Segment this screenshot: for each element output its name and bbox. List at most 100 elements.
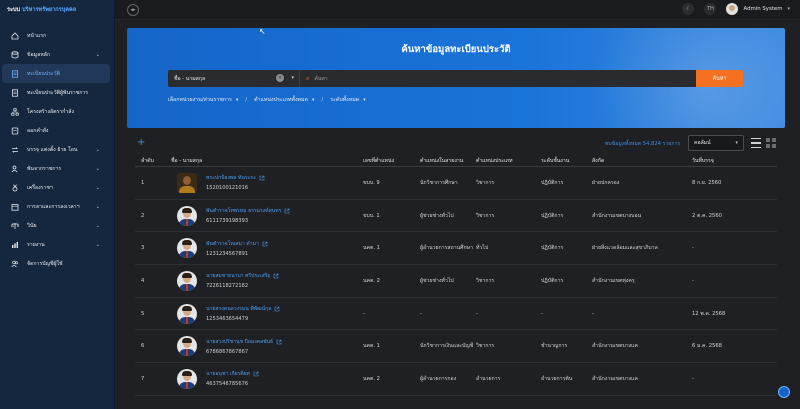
table-header: ลำดับ ชื่อ - นามสกุล เลขที่ตำแหน่ง ตำแหน…	[135, 155, 777, 167]
table-row[interactable]: 5 นายสวงคนลวงรมน พิพัฒน์กุล 1253463654479 -…	[135, 298, 777, 331]
sidebar-item[interactable]: โครงสร้างอัตรากำลัง	[2, 102, 110, 121]
cell-date: -	[692, 277, 694, 284]
clear-icon[interactable]: ×	[276, 74, 284, 82]
header-level: ระดับชั้นงาน	[541, 157, 570, 164]
cell-position-no: -	[363, 310, 365, 317]
cell-no: 2	[141, 212, 145, 219]
user-menu[interactable]: Admin System ▾	[726, 3, 790, 15]
chevron-down-icon: ▾	[311, 97, 315, 103]
mouse-cursor-icon: ↖	[259, 27, 266, 36]
sidebar-item[interactable]: ทะเบียนประวัติ	[2, 64, 110, 83]
table-row[interactable]: 2 พันตำรวจโทพรหม ธรรมรงค์สุนทร 61117391983…	[135, 200, 777, 233]
cell-unit: สำนักงานเขตบางบอน	[592, 212, 642, 219]
user-avatar	[726, 3, 739, 15]
sidebar-item[interactable]: พ้นจากราชการ ⌄	[2, 159, 110, 178]
sidebar-item-label: โครงสร้างอัตรากำลัง	[27, 108, 74, 115]
sidebar-nav: หน้าแรก ข้อมูลหลัก ⌄ ทะเบียนประวัติ ทะเบียนป…	[0, 26, 114, 273]
citizen-id: 1520100121016	[206, 185, 249, 192]
user-name: Admin System	[743, 6, 783, 12]
column-select[interactable]: คอลัมน์ ▾	[688, 135, 744, 151]
filter-position-type[interactable]: ตำแหน่งประเภททั้งหมด	[254, 96, 308, 104]
external-link-icon[interactable]	[259, 175, 265, 181]
cell-date: 2 ต.ค. 2560	[692, 212, 722, 219]
table-row[interactable]: 7 นายอนุชา เกียรติยศ 4637546785676 นคต. 2 ผู…	[135, 363, 777, 396]
search-field-select[interactable]: ชื่อ - นามสกุล × ▾	[168, 70, 300, 87]
sidebar-item[interactable]: บรรจุ แต่งตั้ง ย้าย โอน ⌄	[2, 140, 110, 159]
sidebar-item[interactable]: ทะเบียนประวัติผู้พ้นราชการ	[2, 83, 110, 102]
sidebar-item-label: ออกคำสั่ง	[27, 127, 49, 134]
name-block: นายสมชายนาบา ศรีประเสริฐ 7226118272182	[206, 272, 279, 289]
cell-line-position: ผู้อำนวยการกอง	[420, 375, 457, 382]
cell-no: 7	[141, 375, 145, 382]
person-name-link[interactable]: พันตำรวจโทพรหม ธรรมรงค์สุนทร	[206, 207, 281, 215]
table-row[interactable]: 6 นายสวงปรีชานุช ปิยมงคลพันธ์ 678686786786…	[135, 330, 777, 364]
filter-level[interactable]: ระดับทั้งหมด	[330, 96, 359, 104]
cell-date: -	[692, 375, 694, 382]
brand[interactable]: ระบบ บริหารทรัพยากรบุคคล	[0, 0, 114, 20]
person-name-link[interactable]: นายอนุชา เกียรติยศ	[206, 370, 250, 378]
add-button[interactable]: +	[137, 137, 145, 148]
name-line: นายสมชายนาบา ศรีประเสริฐ	[206, 272, 279, 280]
transfer-icon	[11, 146, 19, 154]
sidebar-item-label: ทะเบียนประวัติ	[27, 70, 61, 77]
sidebar-toggle-button[interactable]: ◂▸	[127, 4, 139, 16]
collapse-icon: ◂▸	[130, 7, 136, 13]
sidebar-item[interactable]: เครื่องราชฯ ⌄	[2, 178, 110, 197]
filter-unit[interactable]: เลือกหน่วยงาน/ส่วนราชการ	[168, 96, 232, 104]
sidebar-item-label: หน้าแรก	[27, 32, 47, 39]
external-link-icon[interactable]	[284, 208, 290, 214]
person-name-link[interactable]: พระปกป้องพล ทันระกะ	[206, 174, 256, 182]
sidebar-item-label: จัดการบัญชีผู้ใช้	[27, 260, 63, 267]
cell-unit: -	[592, 310, 594, 317]
report-icon	[11, 241, 19, 249]
name-line: นายสวงคนลวงรมน พิพัฒน์กุล	[206, 305, 280, 313]
external-link-icon[interactable]	[273, 273, 279, 279]
name-block: นายอนุชา เกียรติยศ 4637546785676	[206, 370, 259, 387]
external-link-icon[interactable]	[274, 306, 280, 312]
sidebar-item[interactable]: จัดการบัญชีผู้ใช้	[2, 254, 110, 273]
sidebar-item-label: ข้อมูลหลัก	[27, 51, 50, 58]
sidebar-item[interactable]: ออกคำสั่ง	[2, 121, 110, 140]
chevron-down-icon: ⌄	[95, 222, 100, 229]
cell-level: ชำนาญการ	[541, 343, 568, 350]
list-view-icon[interactable]	[751, 138, 761, 148]
header-name: ชื่อ - นามสกุล	[171, 157, 203, 164]
name-block: พันตำรวจโทพรหม ธรรมรงค์สุนทร 611173919839…	[206, 207, 290, 224]
search-input[interactable]: ⌕ ค้นหา	[300, 70, 696, 87]
external-link-icon[interactable]	[253, 371, 259, 377]
table-row[interactable]: 1 พระปกป้องพล ทันระกะ 1520100121016 ขบบ. 9 น…	[135, 167, 777, 200]
person-name-link[interactable]: พันตำรวจโทเสมา คำมา	[206, 240, 259, 248]
sidebar-item[interactable]: รายงาน ⌄	[2, 235, 110, 254]
external-link-icon[interactable]	[276, 339, 282, 345]
sidebar-item-label: รายงาน	[27, 241, 45, 248]
table-row[interactable]: 3 พันตำรวจโทเสมา คำมา 1231234567891 นคต. 1 ผ…	[135, 232, 777, 266]
chevron-down-icon: ▾	[363, 97, 366, 103]
name-block: พันตำรวจโทเสมา คำมา 1231234567891	[206, 240, 268, 257]
citizen-id: 1231234567891	[206, 250, 249, 257]
table-row[interactable]: 4 นายสมชายนาบา ศรีประเสริฐ 7226118272182 นค…	[135, 265, 777, 298]
help-button[interactable]	[778, 386, 790, 398]
divider: /	[321, 97, 324, 103]
external-link-icon[interactable]	[262, 241, 268, 247]
header-no: ลำดับ	[141, 157, 154, 164]
name-block: พระปกป้องพล ทันระกะ 1520100121016	[206, 174, 265, 191]
search-button[interactable]: ค้นหา	[696, 70, 743, 87]
cell-unit: สำนักงานเขตบางแค	[592, 343, 638, 350]
person-name-link[interactable]: นายสวงคนลวงรมน พิพัฒน์กุล	[206, 305, 271, 313]
sidebar-item[interactable]: วินัย ⌄	[2, 216, 110, 235]
chevron-down-icon: ⌄	[95, 241, 100, 248]
language-button[interactable]: TH	[704, 3, 717, 15]
cell-no: 4	[141, 277, 145, 284]
avatar	[177, 368, 197, 389]
grid-view-icon[interactable]	[766, 138, 776, 148]
sidebar-item[interactable]: หน้าแรก	[2, 26, 110, 45]
avatar	[177, 172, 197, 193]
cell-level: -	[541, 310, 543, 317]
sidebar-item[interactable]: ข้อมูลหลัก ⌄	[2, 45, 110, 64]
person-name-link[interactable]: นายสวงปรีชานุช ปิยมงคลพันธ์	[206, 338, 273, 346]
theme-toggle-button[interactable]: ☾	[682, 3, 695, 15]
person-name-link[interactable]: นายสมชายนาบา ศรีประเสริฐ	[206, 272, 270, 280]
sidebar-item[interactable]: การลาและการลงเวลาฯ ⌄	[2, 197, 110, 216]
cell-position-no: นคต. 2	[363, 375, 380, 382]
users-icon	[11, 260, 19, 268]
